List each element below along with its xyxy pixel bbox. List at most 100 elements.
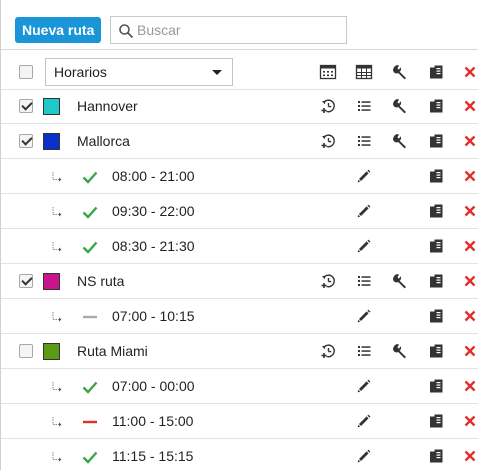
sub-item-arrow-icon (51, 240, 63, 252)
check-icon (81, 238, 99, 256)
wrench-icon[interactable] (391, 63, 409, 81)
delete-icon[interactable] (461, 377, 478, 395)
copy-icon[interactable] (427, 447, 445, 465)
calendar-icon[interactable] (319, 63, 337, 81)
copy-icon[interactable] (427, 272, 445, 290)
route-name[interactable]: Ruta Miami (77, 334, 148, 369)
check-icon (81, 448, 99, 466)
route-color-swatch[interactable] (43, 273, 60, 290)
copy-icon[interactable] (427, 307, 445, 325)
route-checkbox[interactable] (19, 134, 33, 148)
sub-item-arrow-icon (51, 310, 63, 322)
pencil-icon[interactable] (355, 307, 373, 325)
schedule-time[interactable]: 11:00 - 15:00 (112, 404, 193, 439)
pencil-icon[interactable] (355, 412, 373, 430)
wrench-icon[interactable] (391, 132, 409, 150)
search-input[interactable] (137, 20, 337, 40)
delete-icon[interactable] (461, 307, 478, 325)
pencil-icon[interactable] (355, 167, 373, 185)
sub-item-arrow-icon (51, 450, 63, 462)
schedule-time[interactable]: 11:15 - 15:15 (112, 439, 193, 470)
schedule-time[interactable]: 09:30 - 22:00 (112, 194, 195, 229)
copy-icon[interactable] (427, 63, 445, 81)
toolbar: Nueva ruta (1, 0, 478, 50)
copy-icon[interactable] (427, 97, 445, 115)
check-icon (81, 168, 99, 186)
pencil-icon[interactable] (355, 202, 373, 220)
view-select-value: Horarios (54, 64, 107, 80)
table-icon[interactable] (355, 63, 373, 81)
chevron-down-icon (212, 70, 222, 75)
copy-icon[interactable] (427, 167, 445, 185)
add-schedule-icon[interactable] (319, 132, 337, 150)
delete-icon[interactable] (461, 342, 478, 360)
new-route-button[interactable]: Nueva ruta (15, 17, 102, 43)
schedule-time[interactable]: 08:00 - 21:00 (112, 159, 195, 194)
route-color-swatch[interactable] (43, 133, 60, 150)
route-row[interactable]: NS ruta (1, 264, 478, 299)
schedule-row[interactable]: 07:00 - 10:15 (1, 299, 478, 334)
dash-red-icon (81, 413, 99, 431)
list-icon[interactable] (355, 272, 373, 290)
dash-grey-icon (81, 308, 99, 326)
schedule-time[interactable]: 07:00 - 00:00 (112, 369, 195, 404)
sub-item-arrow-icon (51, 205, 63, 217)
wrench-icon[interactable] (391, 272, 409, 290)
add-schedule-icon[interactable] (319, 97, 337, 115)
pencil-icon[interactable] (355, 377, 373, 395)
copy-icon[interactable] (427, 412, 445, 430)
schedule-row[interactable]: 11:00 - 15:00 (1, 404, 478, 439)
copy-icon[interactable] (427, 132, 445, 150)
add-schedule-icon[interactable] (319, 342, 337, 360)
wrench-icon[interactable] (391, 97, 409, 115)
schedule-row[interactable]: 07:00 - 00:00 (1, 369, 478, 404)
schedule-row[interactable]: 11:15 - 15:15 (1, 439, 478, 470)
copy-icon[interactable] (427, 342, 445, 360)
select-all-checkbox[interactable] (19, 65, 33, 79)
sub-item-arrow-icon (51, 415, 63, 427)
check-icon (81, 203, 99, 221)
schedule-time[interactable]: 08:30 - 21:30 (112, 229, 195, 264)
delete-icon[interactable] (461, 412, 478, 430)
delete-icon[interactable] (461, 97, 478, 115)
schedule-time[interactable]: 07:00 - 10:15 (112, 299, 195, 334)
delete-icon[interactable] (461, 447, 478, 465)
search-icon (118, 23, 134, 39)
check-icon (81, 378, 99, 396)
route-name[interactable]: NS ruta (77, 264, 124, 299)
delete-icon[interactable] (461, 63, 478, 81)
add-schedule-icon[interactable] (319, 272, 337, 290)
route-checkbox[interactable] (19, 344, 33, 358)
copy-icon[interactable] (427, 377, 445, 395)
schedule-row[interactable]: 08:30 - 21:30 (1, 229, 478, 264)
wrench-icon[interactable] (391, 342, 409, 360)
routes-panel: Nueva ruta Horarios HannoverMallorca08:0… (0, 0, 478, 470)
delete-icon[interactable] (461, 202, 478, 220)
list-icon[interactable] (355, 132, 373, 150)
pencil-icon[interactable] (355, 447, 373, 465)
route-name[interactable]: Mallorca (77, 124, 130, 159)
route-checkbox[interactable] (19, 99, 33, 113)
sub-item-arrow-icon (51, 170, 63, 182)
schedule-row[interactable]: 09:30 - 22:00 (1, 194, 478, 229)
route-row[interactable]: Ruta Miami (1, 334, 478, 369)
route-name[interactable]: Hannover (77, 89, 138, 124)
view-select[interactable]: Horarios (45, 58, 233, 86)
delete-icon[interactable] (461, 167, 478, 185)
route-checkbox[interactable] (19, 274, 33, 288)
route-color-swatch[interactable] (43, 98, 60, 115)
search-box[interactable] (110, 16, 347, 44)
pencil-icon[interactable] (355, 237, 373, 255)
route-color-swatch[interactable] (43, 343, 60, 360)
sub-item-arrow-icon (51, 380, 63, 392)
list-icon[interactable] (355, 342, 373, 360)
copy-icon[interactable] (427, 202, 445, 220)
schedule-row[interactable]: 08:00 - 21:00 (1, 159, 478, 194)
copy-icon[interactable] (427, 237, 445, 255)
delete-icon[interactable] (461, 272, 478, 290)
delete-icon[interactable] (461, 237, 478, 255)
route-row[interactable]: Hannover (1, 89, 478, 124)
list-icon[interactable] (355, 97, 373, 115)
route-row[interactable]: Mallorca (1, 124, 478, 159)
delete-icon[interactable] (461, 132, 478, 150)
